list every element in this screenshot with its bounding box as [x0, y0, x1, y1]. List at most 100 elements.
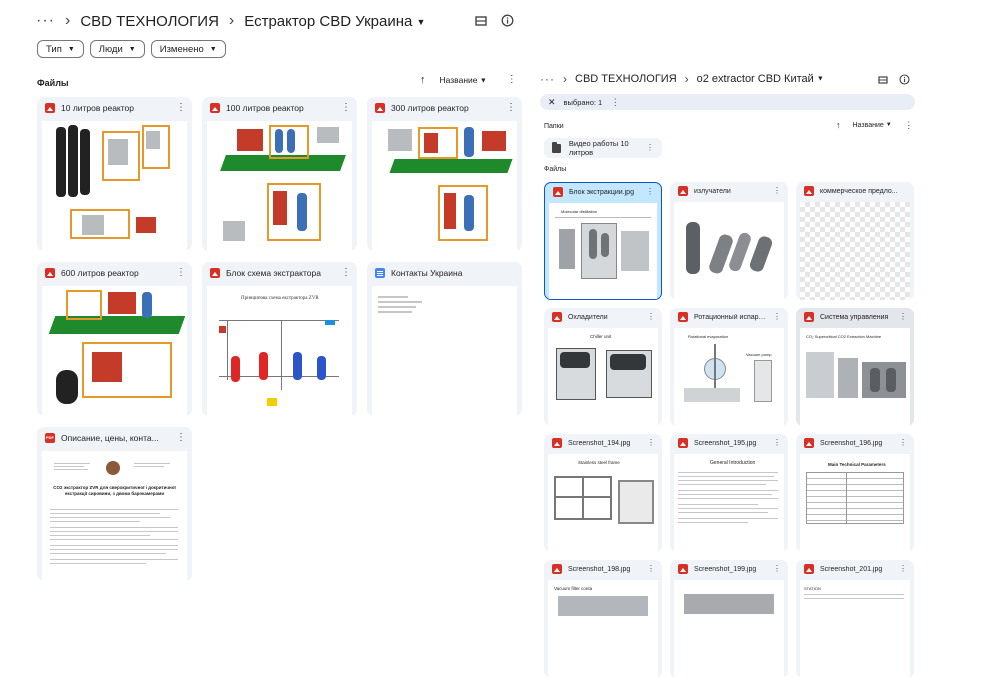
sort-direction-icon[interactable]: ↑ [420, 74, 426, 86]
file-more-icon[interactable]: ⋮ [506, 103, 516, 113]
clear-selection-icon[interactable]: ✕ [548, 97, 556, 108]
image-file-icon [553, 187, 563, 197]
file-more-icon[interactable]: ⋮ [898, 439, 908, 447]
file-name: Screenshot_194.jpg [568, 439, 631, 447]
file-name: Screenshot_199.jpg [694, 565, 757, 573]
file-card[interactable]: Описание, цены, конта... ⋮ CO2 экстрактор… [37, 427, 192, 581]
sort-by-button[interactable]: Название ▼ [440, 75, 487, 85]
file-card[interactable]: Контакты Украина [367, 262, 522, 416]
image-file-icon [45, 268, 55, 278]
file-name: Блок экстракции.jpg [569, 188, 634, 196]
thumb-caption: General Introduction [710, 460, 756, 466]
file-card[interactable]: Screenshot_196.jpg ⋮ Main Technical Param… [796, 434, 914, 552]
image-file-icon [804, 186, 814, 196]
file-name: 600 литров реактор [61, 268, 139, 278]
file-name: излучатели [694, 187, 731, 195]
image-file-icon [552, 312, 562, 322]
thumb-caption: CO₂ Supercritical CO2 Extraction Machine [806, 334, 882, 339]
file-more-icon[interactable]: ⋮ [341, 103, 351, 113]
list-view-icon[interactable] [475, 15, 487, 27]
file-card[interactable]: излучатели ⋮ [670, 182, 788, 300]
breadcrumb-current[interactable]: Естрактор CBD Украина ▼ [244, 13, 425, 30]
file-name: Контакты Украина [391, 268, 463, 278]
file-card[interactable]: Блок схема экстрактора ⋮ Принципова схема… [202, 262, 357, 416]
folder-item[interactable]: Видео работы 10 литров ⋮ [544, 138, 662, 158]
file-thumbnail: STATION [800, 580, 910, 678]
breadcrumb-parent[interactable]: CBD ТЕХНОЛОГИЯ [575, 73, 677, 85]
image-file-icon [210, 103, 220, 113]
file-more-icon[interactable]: ⋮ [772, 187, 782, 195]
thumb-caption: Vacuum pump [746, 352, 772, 357]
left-drive-window: ··· › CBD ТЕХНОЛОГИЯ › Естрактор CBD Укр… [28, 0, 528, 600]
file-card[interactable]: Screenshot_199.jpg ⋮ [670, 560, 788, 678]
file-thumbnail: CO2 экстрактор ZVR для сверхкритичної і … [42, 451, 187, 581]
file-name: Screenshot_196.jpg [820, 439, 883, 447]
file-more-icon[interactable]: ⋮ [772, 439, 782, 447]
breadcrumb-parent[interactable]: CBD ТЕХНОЛОГИЯ [80, 13, 219, 30]
folder-icon [552, 141, 561, 153]
more-options-icon[interactable]: ⋮ [904, 120, 914, 130]
more-path-icon[interactable]: ··· [540, 72, 555, 86]
file-more-icon[interactable]: ⋮ [646, 565, 656, 573]
selection-count: выбрано: 1 [563, 97, 603, 107]
file-thumbnail [42, 286, 187, 416]
file-thumbnail: Vacuum filter conta [548, 580, 658, 678]
file-more-icon[interactable]: ⋮ [646, 439, 656, 447]
file-more-icon[interactable]: ⋮ [898, 313, 908, 321]
info-icon[interactable] [501, 14, 514, 27]
breadcrumb: ··· › CBD ТЕХНОЛОГИЯ › Естрактор CBD Укр… [36, 12, 425, 30]
file-more-icon[interactable]: ⋮ [645, 188, 655, 196]
selection-bar: ✕ выбрано: 1 ⋮ [540, 94, 915, 110]
breadcrumb-current[interactable]: o2 extractor CBD Китай ▼ [697, 73, 824, 85]
thumb-caption: Molecular distillation [561, 209, 598, 214]
file-name: Охладители [568, 313, 608, 321]
file-card[interactable]: Screenshot_198.jpg ⋮ Vacuum filter conta [544, 560, 662, 678]
thumb-caption: Rotational evaporation [688, 334, 729, 339]
file-thumbnail [42, 121, 187, 251]
file-card[interactable]: Screenshot_201.jpg ⋮ STATION [796, 560, 914, 678]
more-path-icon[interactable]: ··· [36, 12, 55, 30]
file-more-icon[interactable]: ⋮ [176, 268, 186, 278]
file-card[interactable]: Система управления ⋮ CO₂ Supercritical CO… [796, 308, 914, 426]
file-thumbnail [207, 121, 352, 251]
file-card[interactable]: Охладители ⋮ Chiller unit [544, 308, 662, 426]
file-more-icon[interactable]: ⋮ [772, 313, 782, 321]
more-options-icon[interactable]: ⋮ [507, 75, 517, 85]
file-card[interactable]: 600 литров реактор ⋮ [37, 262, 192, 416]
image-file-icon [678, 312, 688, 322]
file-card[interactable]: 10 литров реактор ⋮ [37, 97, 192, 251]
file-more-icon[interactable]: ⋮ [772, 565, 782, 573]
files-section-title: Файлы [544, 166, 567, 173]
file-more-icon[interactable]: ⋮ [176, 433, 186, 443]
info-icon[interactable] [899, 74, 910, 85]
breadcrumb: ··· › CBD ТЕХНОЛОГИЯ › o2 extractor CBD … [540, 72, 824, 86]
file-name: Система управления [820, 313, 889, 321]
file-card[interactable]: 100 литров реактор ⋮ [202, 97, 357, 251]
file-thumbnail: Molecular distillation [549, 203, 657, 299]
file-more-icon[interactable]: ⋮ [646, 313, 656, 321]
selection-more-icon[interactable]: ⋮ [610, 97, 620, 107]
file-card[interactable]: Ротационный испарите... ⋮ Rotational evap… [670, 308, 788, 426]
file-card[interactable]: Screenshot_195.jpg ⋮ General Introduction [670, 434, 788, 552]
file-more-icon[interactable]: ⋮ [341, 268, 351, 278]
sort-by-button[interactable]: Название ▼ [853, 122, 892, 129]
file-card-selected[interactable]: Блок экстракции.jpg ⋮ Molecular distillat… [544, 182, 662, 300]
file-card[interactable]: 300 литров реактор ⋮ [367, 97, 522, 251]
image-file-icon [804, 438, 814, 448]
file-thumbnail: Rotational evaporation Vacuum pump [674, 328, 784, 426]
filter-people-chip[interactable]: Люди ▼ [89, 40, 145, 58]
list-view-icon[interactable] [878, 75, 888, 85]
image-file-icon [678, 438, 688, 448]
file-card[interactable]: Screenshot_194.jpg ⋮ Stainless steel fram… [544, 434, 662, 552]
filter-modified-chip[interactable]: Изменено ▼ [150, 40, 226, 58]
chevron-right-icon: › [563, 72, 567, 86]
filter-type-chip[interactable]: Тип ▼ [37, 40, 84, 58]
image-file-icon [210, 268, 220, 278]
sort-direction-icon[interactable]: ↑ [836, 120, 841, 130]
thumb-caption: Chiller unit [590, 334, 612, 339]
folder-more-icon[interactable]: ⋮ [646, 144, 654, 152]
file-name: Блок схема экстрактора [226, 268, 321, 278]
file-more-icon[interactable]: ⋮ [898, 565, 908, 573]
file-card[interactable]: коммерческое предло... [796, 182, 914, 300]
file-more-icon[interactable]: ⋮ [176, 103, 186, 113]
